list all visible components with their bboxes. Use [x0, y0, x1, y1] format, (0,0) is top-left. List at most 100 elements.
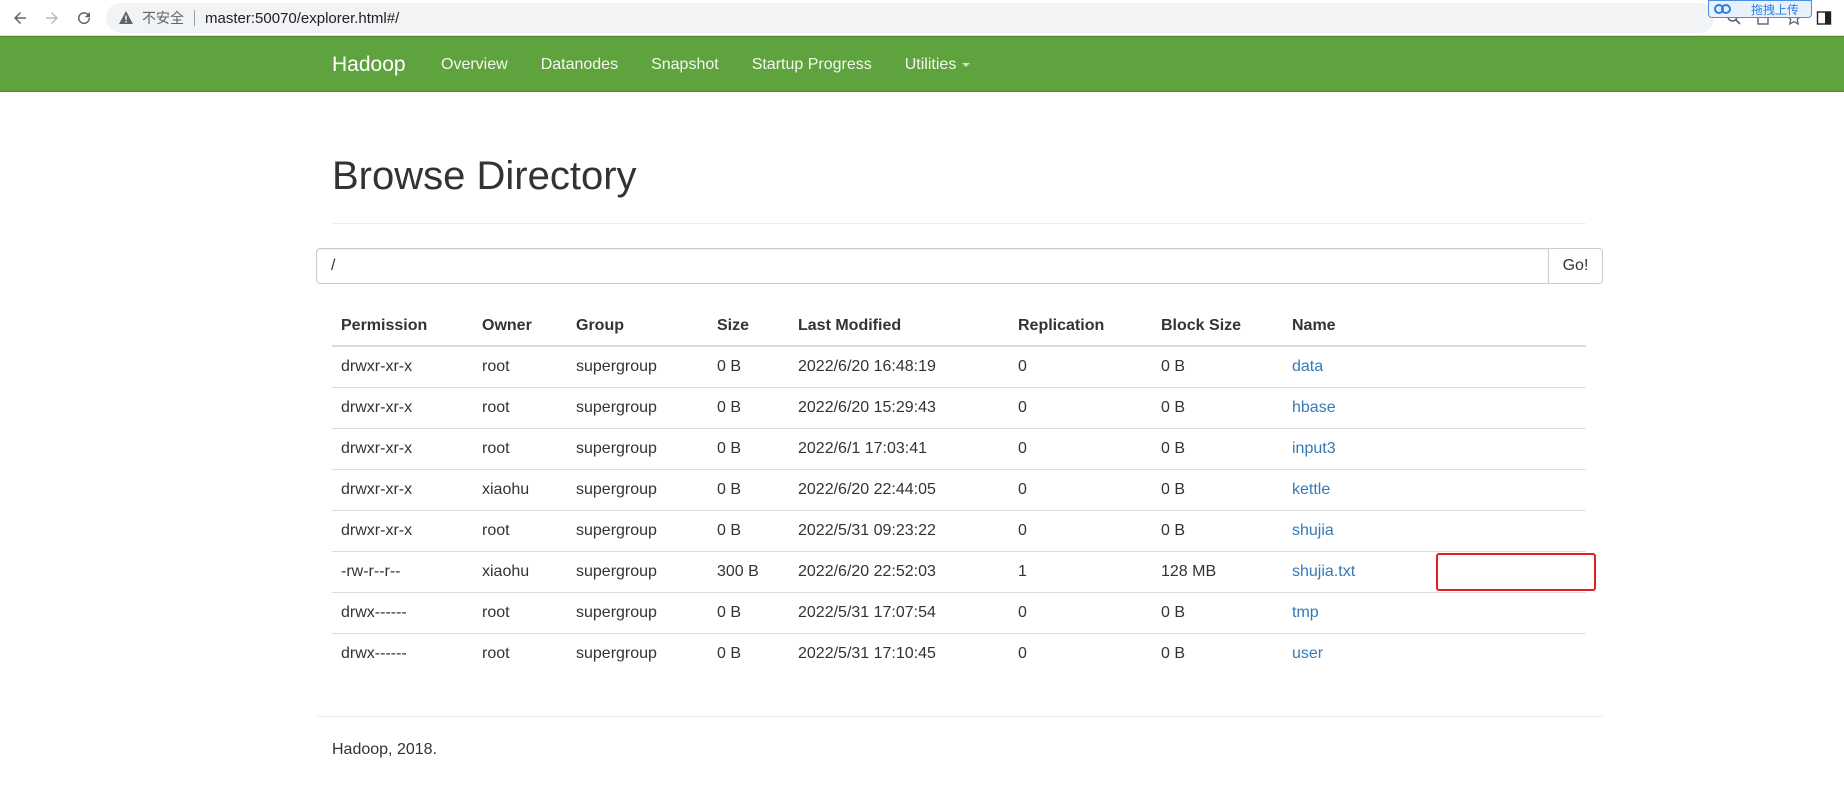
- cell-size: 0 B: [708, 468, 789, 510]
- arrow-right-icon: [46, 12, 58, 24]
- cloud-logo-icon: [1714, 4, 1731, 14]
- upload-badge-label: 拖拽上传: [1751, 2, 1800, 17]
- cell-permission: drwxr-xr-x: [332, 386, 473, 428]
- cell-permission: -rw-r--r--: [332, 550, 473, 592]
- cell-group: supergroup: [567, 468, 708, 510]
- column-header-block-size[interactable]: Block Size: [1152, 306, 1283, 347]
- cell-group: supergroup: [567, 550, 708, 592]
- warning-icon: [119, 11, 133, 24]
- top-navbar: Hadoop Overview Datanodes Snapshot Start…: [0, 36, 1844, 92]
- cell-block-size: 0 B: [1161, 357, 1186, 375]
- cell-permission: drwxr-xr-x: [341, 357, 413, 375]
- cell-permission: drwx------: [332, 591, 473, 633]
- cell-block-size: 0 B: [1152, 386, 1283, 428]
- address-bar[interactable]: 不安全 master:50070/explorer.html#/: [106, 3, 1714, 33]
- cell-group: supergroup: [567, 591, 708, 633]
- cell-size: 0 B: [708, 386, 789, 428]
- cell-size: 0 B: [708, 427, 789, 469]
- cell-last-modified: 2022/5/31 17:10:45: [789, 632, 1009, 674]
- table-row: drwxr-xr-x root supergroup 0 B 2022/6/1 17:0…: [332, 427, 1586, 469]
- cell-group: supergroup: [567, 386, 708, 428]
- table-body: drwxr-xr-x root supergroup 0 B 2022/6/20 16:…: [332, 346, 1586, 674]
- browser-toolbar: 不安全 master:50070/explorer.html#/ 拖拽上传: [0, 0, 1844, 36]
- table-header-row: Permission Owner Group Size Last Modified Rep…: [332, 306, 1586, 347]
- upload-extension-badge[interactable]: 拖拽上传: [1708, 0, 1812, 18]
- cell-replication: 0: [1009, 632, 1152, 674]
- nav-datanodes[interactable]: Datanodes: [541, 37, 618, 93]
- reload-button[interactable]: [72, 6, 96, 30]
- table-row: drwxr-xr-x xiaohu supergroup 0 B 2022/6/20 2…: [332, 468, 1586, 510]
- url-text: master:50070/explorer.html#/: [205, 9, 400, 27]
- cell-permission: drwxr-xr-x: [332, 468, 473, 510]
- file-name-link[interactable]: hbase: [1292, 399, 1336, 416]
- cell-last-modified: 2022/5/31 17:07:54: [789, 591, 1009, 633]
- cell-last-modified: 2022/6/20 22:44:05: [789, 468, 1009, 510]
- nav-snapshot[interactable]: Snapshot: [651, 37, 719, 93]
- column-header-group[interactable]: Group: [567, 306, 708, 347]
- column-header-owner[interactable]: Owner: [473, 306, 567, 347]
- nav-links: Overview Datanodes Snapshot Startup Prog…: [441, 37, 1003, 93]
- file-name-link[interactable]: shujia.txt: [1292, 563, 1355, 580]
- file-name-link[interactable]: tmp: [1292, 604, 1319, 621]
- table-row: drwx------ root supergroup 0 B 2022/5/31 17:…: [332, 591, 1586, 633]
- cell-last-modified: 2022/5/31 09:23:22: [789, 509, 1009, 551]
- column-header-last-modified[interactable]: Last Modified: [789, 306, 1009, 347]
- nav-overview[interactable]: Overview: [441, 37, 508, 93]
- table-row: drwxr-xr-x root supergroup 0 B 2022/6/20 15:…: [332, 386, 1586, 428]
- cell-replication: 0: [1018, 357, 1027, 375]
- file-name-link[interactable]: shujia: [1292, 522, 1334, 539]
- reload-icon: [78, 12, 91, 25]
- cell-group: supergroup: [567, 509, 708, 551]
- page-title: Browse Directory: [332, 154, 637, 198]
- cell-replication: 0: [1009, 427, 1152, 469]
- cell-name: data: [1283, 346, 1586, 387]
- cell-permission: drwx------: [332, 632, 473, 674]
- brand-link[interactable]: Hadoop: [332, 37, 406, 93]
- file-name-link[interactable]: input3: [1292, 440, 1336, 457]
- column-header-name[interactable]: Name: [1283, 306, 1586, 347]
- cell-owner: root: [482, 357, 510, 375]
- cell-last-modified: 2022/6/20 15:29:43: [789, 386, 1009, 428]
- cell-owner: xiaohu: [473, 468, 567, 510]
- table-row: drwxr-xr-x root supergroup 0 B 2022/5/31 09:…: [332, 509, 1586, 551]
- caret-down-icon: [962, 62, 971, 67]
- cell-size: 0 B: [717, 357, 742, 375]
- nav-startup-progress[interactable]: Startup Progress: [752, 37, 872, 93]
- cell-replication: 0: [1009, 386, 1152, 428]
- cell-replication: 0: [1009, 509, 1152, 551]
- column-header-size[interactable]: Size: [708, 306, 789, 347]
- title-divider: [332, 223, 1586, 224]
- file-name-link[interactable]: user: [1292, 645, 1323, 662]
- cell-block-size: 0 B: [1152, 591, 1283, 633]
- directory-table: Permission Owner Group Size Last Modified Rep…: [332, 306, 1586, 674]
- directory-path-input[interactable]: [316, 248, 1549, 284]
- cell-name: input3: [1283, 427, 1586, 469]
- cell-size: 300 B: [708, 550, 789, 592]
- go-button[interactable]: Go!: [1549, 248, 1603, 284]
- cell-last-modified: 2022/6/20 16:48:19: [798, 357, 936, 375]
- cell-block-size: 0 B: [1152, 632, 1283, 674]
- cell-block-size: 0 B: [1152, 427, 1283, 469]
- column-header-replication[interactable]: Replication: [1009, 306, 1152, 347]
- column-header-permission[interactable]: Permission: [332, 306, 473, 347]
- cell-size: 0 B: [708, 591, 789, 633]
- security-label: 不安全: [142, 10, 184, 26]
- cell-owner: root: [473, 386, 567, 428]
- cell-permission: drwxr-xr-x: [332, 427, 473, 469]
- cell-name: user: [1283, 632, 1586, 674]
- forward-button[interactable]: [40, 6, 64, 30]
- side-panel-icon[interactable]: [1816, 10, 1832, 26]
- footer-divider: [316, 716, 1603, 717]
- back-button[interactable]: [8, 6, 32, 30]
- table-row: drwxr-xr-x root supergroup 0 B 2022/6/20 16:…: [332, 346, 1586, 387]
- cell-name: shujia: [1283, 509, 1586, 551]
- file-name-link[interactable]: data: [1292, 358, 1323, 375]
- cell-group: supergroup: [567, 632, 708, 674]
- cell-block-size: 0 B: [1152, 468, 1283, 510]
- table-row: drwx------ root supergroup 0 B 2022/5/31 17:…: [332, 632, 1586, 674]
- nav-utilities-dropdown[interactable]: Utilities: [905, 37, 971, 93]
- cell-name: kettle: [1283, 468, 1586, 510]
- cell-size: 0 B: [708, 509, 789, 551]
- file-name-link[interactable]: kettle: [1292, 481, 1330, 498]
- nav-utilities-label: Utilities: [904, 56, 957, 73]
